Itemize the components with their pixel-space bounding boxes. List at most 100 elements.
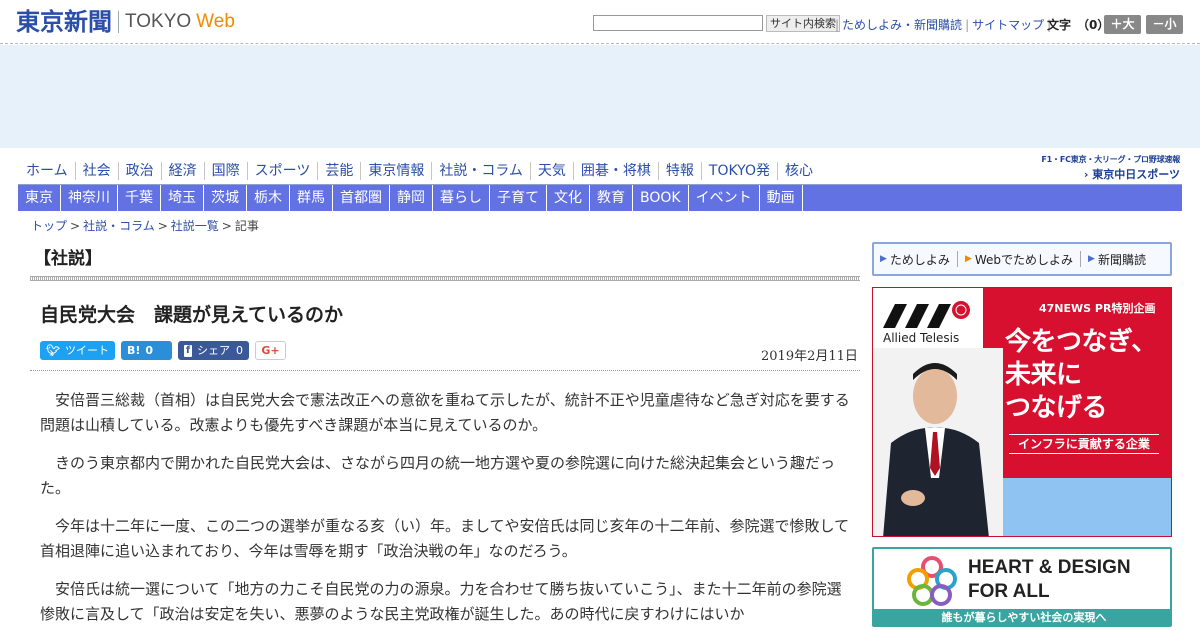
sitemap-link[interactable]: サイトマップ [972, 16, 1044, 33]
article-paragraph: 安倍氏は統一選について「地方の力こそ自民党の力の源泉。力を合わせて勝ち抜いていこ… [40, 580, 842, 623]
share-bar: 🐦︎ ツイート B! 0 f シェア 0 G+ [40, 341, 292, 360]
nav-video[interactable]: 動画 [760, 185, 803, 211]
triangle-right-icon: ▶ [880, 254, 887, 264]
nav-tokuho[interactable]: 特報 [657, 162, 701, 180]
top-ad-banner [0, 45, 1200, 148]
newspaper-subscription-link[interactable]: ▶ 新聞購読 [1088, 251, 1146, 268]
logo-tokyo-text: TOKYO [125, 11, 192, 32]
subscribe-separator [1080, 251, 1082, 267]
allied-telesis-logo-icon [883, 301, 970, 328]
nav-region-shizuoka[interactable]: 静岡 [390, 185, 433, 211]
ad-headline: 今をつなぎ、 未来に つなげる [1005, 326, 1171, 425]
tweet-button[interactable]: 🐦︎ ツイート [40, 341, 115, 360]
nav-region-tokyo[interactable]: 東京 [18, 185, 61, 211]
article-body: 安倍晋三総裁（首相）は自民党大会で憲法改正への意欲を重ねて示したが、統計不正や児… [40, 388, 850, 630]
nav-parenting[interactable]: 子育て [490, 185, 547, 211]
header-links: | ためしよみ・新聞購読 | サイトマップ | [832, 16, 1054, 33]
site-logo[interactable]: 東京新聞 TOKYO Web [16, 9, 235, 35]
heart-design-ad[interactable]: HEART & DESIGN FOR ALL 誰もが暮らしやすい社会の実現へ [872, 547, 1172, 627]
facebook-share-button[interactable]: f シェア 0 [178, 341, 249, 360]
chunichi-sports-link[interactable]: F1・FC東京・大リーグ・プロ野球速報 › 東京中日スポーツ [1024, 154, 1180, 182]
triangle-right-icon: ▶ [1088, 254, 1095, 264]
nav-region-kanagawa[interactable]: 神奈川 [61, 185, 118, 211]
nav-society[interactable]: 社会 [74, 162, 118, 180]
font-larger-button[interactable]: ＋大 [1104, 15, 1141, 34]
google-plus-icon: G+ [261, 344, 280, 357]
font-size-label-text: 文字 [1047, 18, 1072, 32]
breadcrumb-editorial-list[interactable]: 社説一覧 [171, 219, 219, 233]
nav-book[interactable]: BOOK [633, 185, 689, 211]
ad-headline-line: 今をつなぎ、 [1005, 327, 1157, 357]
chunichi-tagline: F1・FC東京・大リーグ・プロ野球速報 [1041, 155, 1180, 164]
nav-region-shutoken[interactable]: 首都圏 [333, 185, 390, 211]
businessman-photo [873, 348, 1003, 536]
heart-design-title: HEART & DESIGN [968, 557, 1131, 578]
nav-tokyo-info[interactable]: 東京情報 [360, 162, 431, 180]
nav-culture[interactable]: 文化 [547, 185, 590, 211]
site-search-input[interactable] [593, 15, 763, 31]
allied-telesis-ad[interactable]: Allied Telesis 47NEWS PR特別企画 今をつなぎ、 未来に … [872, 287, 1172, 537]
chevron-right-icon: › [1083, 168, 1089, 181]
hatena-bookmark-button[interactable]: B! 0 [121, 341, 172, 360]
facebook-share-count: 0 [236, 344, 243, 357]
nav-economy[interactable]: 経済 [160, 162, 204, 180]
article-divider [30, 370, 860, 371]
hatena-count: 0 [145, 344, 154, 357]
nav-region-ibaraki[interactable]: 茨城 [204, 185, 247, 211]
chunichi-logo-text: 東京中日スポーツ [1092, 168, 1180, 181]
font-smaller-button[interactable]: －小 [1146, 15, 1183, 34]
breadcrumb: トップ > 社説・コラム > 社説一覧 > 記事 [31, 217, 259, 234]
ad-tagline: インフラに貢献する企業 [1009, 434, 1159, 454]
nav-education[interactable]: 教育 [590, 185, 633, 211]
breadcrumb-top[interactable]: トップ [31, 219, 67, 233]
article-headline: 自民党大会 課題が見えているのか [40, 304, 344, 326]
google-plus-button[interactable]: G+ [255, 341, 286, 360]
triangle-right-icon: ▶ [964, 254, 972, 264]
nav-editorial-column[interactable]: 社説・コラム [431, 162, 530, 180]
web-trial-reading-link[interactable]: ▶ Webでためしよみ [965, 251, 1073, 268]
site-header: 東京新聞 TOKYO Web サイト内検索 | ためしよみ・新聞購読 | サイト… [0, 0, 1200, 44]
nav-go-shogi[interactable]: 囲碁・将棋 [572, 162, 658, 180]
primary-nav: ホーム 社会 政治 経済 国際 スポーツ 芸能 東京情報 社説・コラム 天気 囲… [18, 158, 820, 184]
breadcrumb-separator: > [70, 219, 81, 233]
nav-region-tochigi[interactable]: 栃木 [247, 185, 290, 211]
trial-reading-link[interactable]: ▶ ためしよみ [880, 251, 950, 268]
trial-reading-label: ためしよみ [889, 252, 950, 267]
section-label: 【社説】 [34, 249, 102, 269]
breadcrumb-editorial-column[interactable]: 社説・コラム [83, 219, 155, 233]
nav-home[interactable]: ホーム [18, 162, 75, 180]
trial-subscribe-link[interactable]: ためしよみ・新聞購読 [842, 16, 962, 33]
section-divider [30, 276, 860, 281]
nav-kakushin[interactable]: 核心 [776, 162, 820, 180]
regional-nav: 東京 神奈川 千葉 埼玉 茨城 栃木 群馬 首都圏 静岡 暮らし 子育て 文化 … [18, 185, 1182, 211]
link-separator: | [965, 17, 970, 32]
nav-politics[interactable]: 政治 [117, 162, 161, 180]
nav-region-chiba[interactable]: 千葉 [118, 185, 161, 211]
nav-weather[interactable]: 天気 [529, 162, 573, 180]
nav-living[interactable]: 暮らし [433, 185, 490, 211]
breadcrumb-current: 記事 [234, 219, 259, 233]
hatena-bookmark-icon: B! [127, 344, 141, 357]
server-room-photo [1003, 478, 1171, 536]
heart-design-subtitle: FOR ALL [968, 581, 1050, 602]
chunichi-logo: › 東京中日スポーツ [1024, 166, 1180, 182]
allied-telesis-wordmark: Allied Telesis [883, 331, 960, 345]
ad-headline-line: 未来に [1005, 360, 1082, 390]
logo-divider [118, 11, 119, 33]
site-search-button[interactable]: サイト内検索 [766, 15, 840, 32]
font-size-label: 文字 （0） [1047, 16, 1109, 33]
logo-tokyo-shimbun: 東京新聞 [16, 7, 112, 36]
newspaper-subscription-label: 新聞購読 [1097, 252, 1146, 267]
nav-event[interactable]: イベント [689, 185, 760, 211]
nav-international[interactable]: 国際 [203, 162, 247, 180]
nav-sports[interactable]: スポーツ [246, 162, 318, 180]
web-trial-reading-label: Webでためしよみ [974, 252, 1074, 267]
article-paragraph: 今年は十二年に一度、この二つの選挙が重なる亥（い）年。ましてや安倍氏は同じ亥年の… [40, 517, 850, 560]
breadcrumb-separator: > [221, 219, 232, 233]
nav-region-saitama[interactable]: 埼玉 [161, 185, 204, 211]
nav-region-gunma[interactable]: 群馬 [290, 185, 333, 211]
subscribe-box: ▶ ためしよみ ▶ Webでためしよみ ▶ 新聞購読 [872, 242, 1172, 276]
nav-entertainment[interactable]: 芸能 [317, 162, 360, 180]
nav-tokyo-hatsu[interactable]: TOKYO発 [700, 162, 777, 180]
facebook-share-label: シェア [197, 344, 230, 357]
